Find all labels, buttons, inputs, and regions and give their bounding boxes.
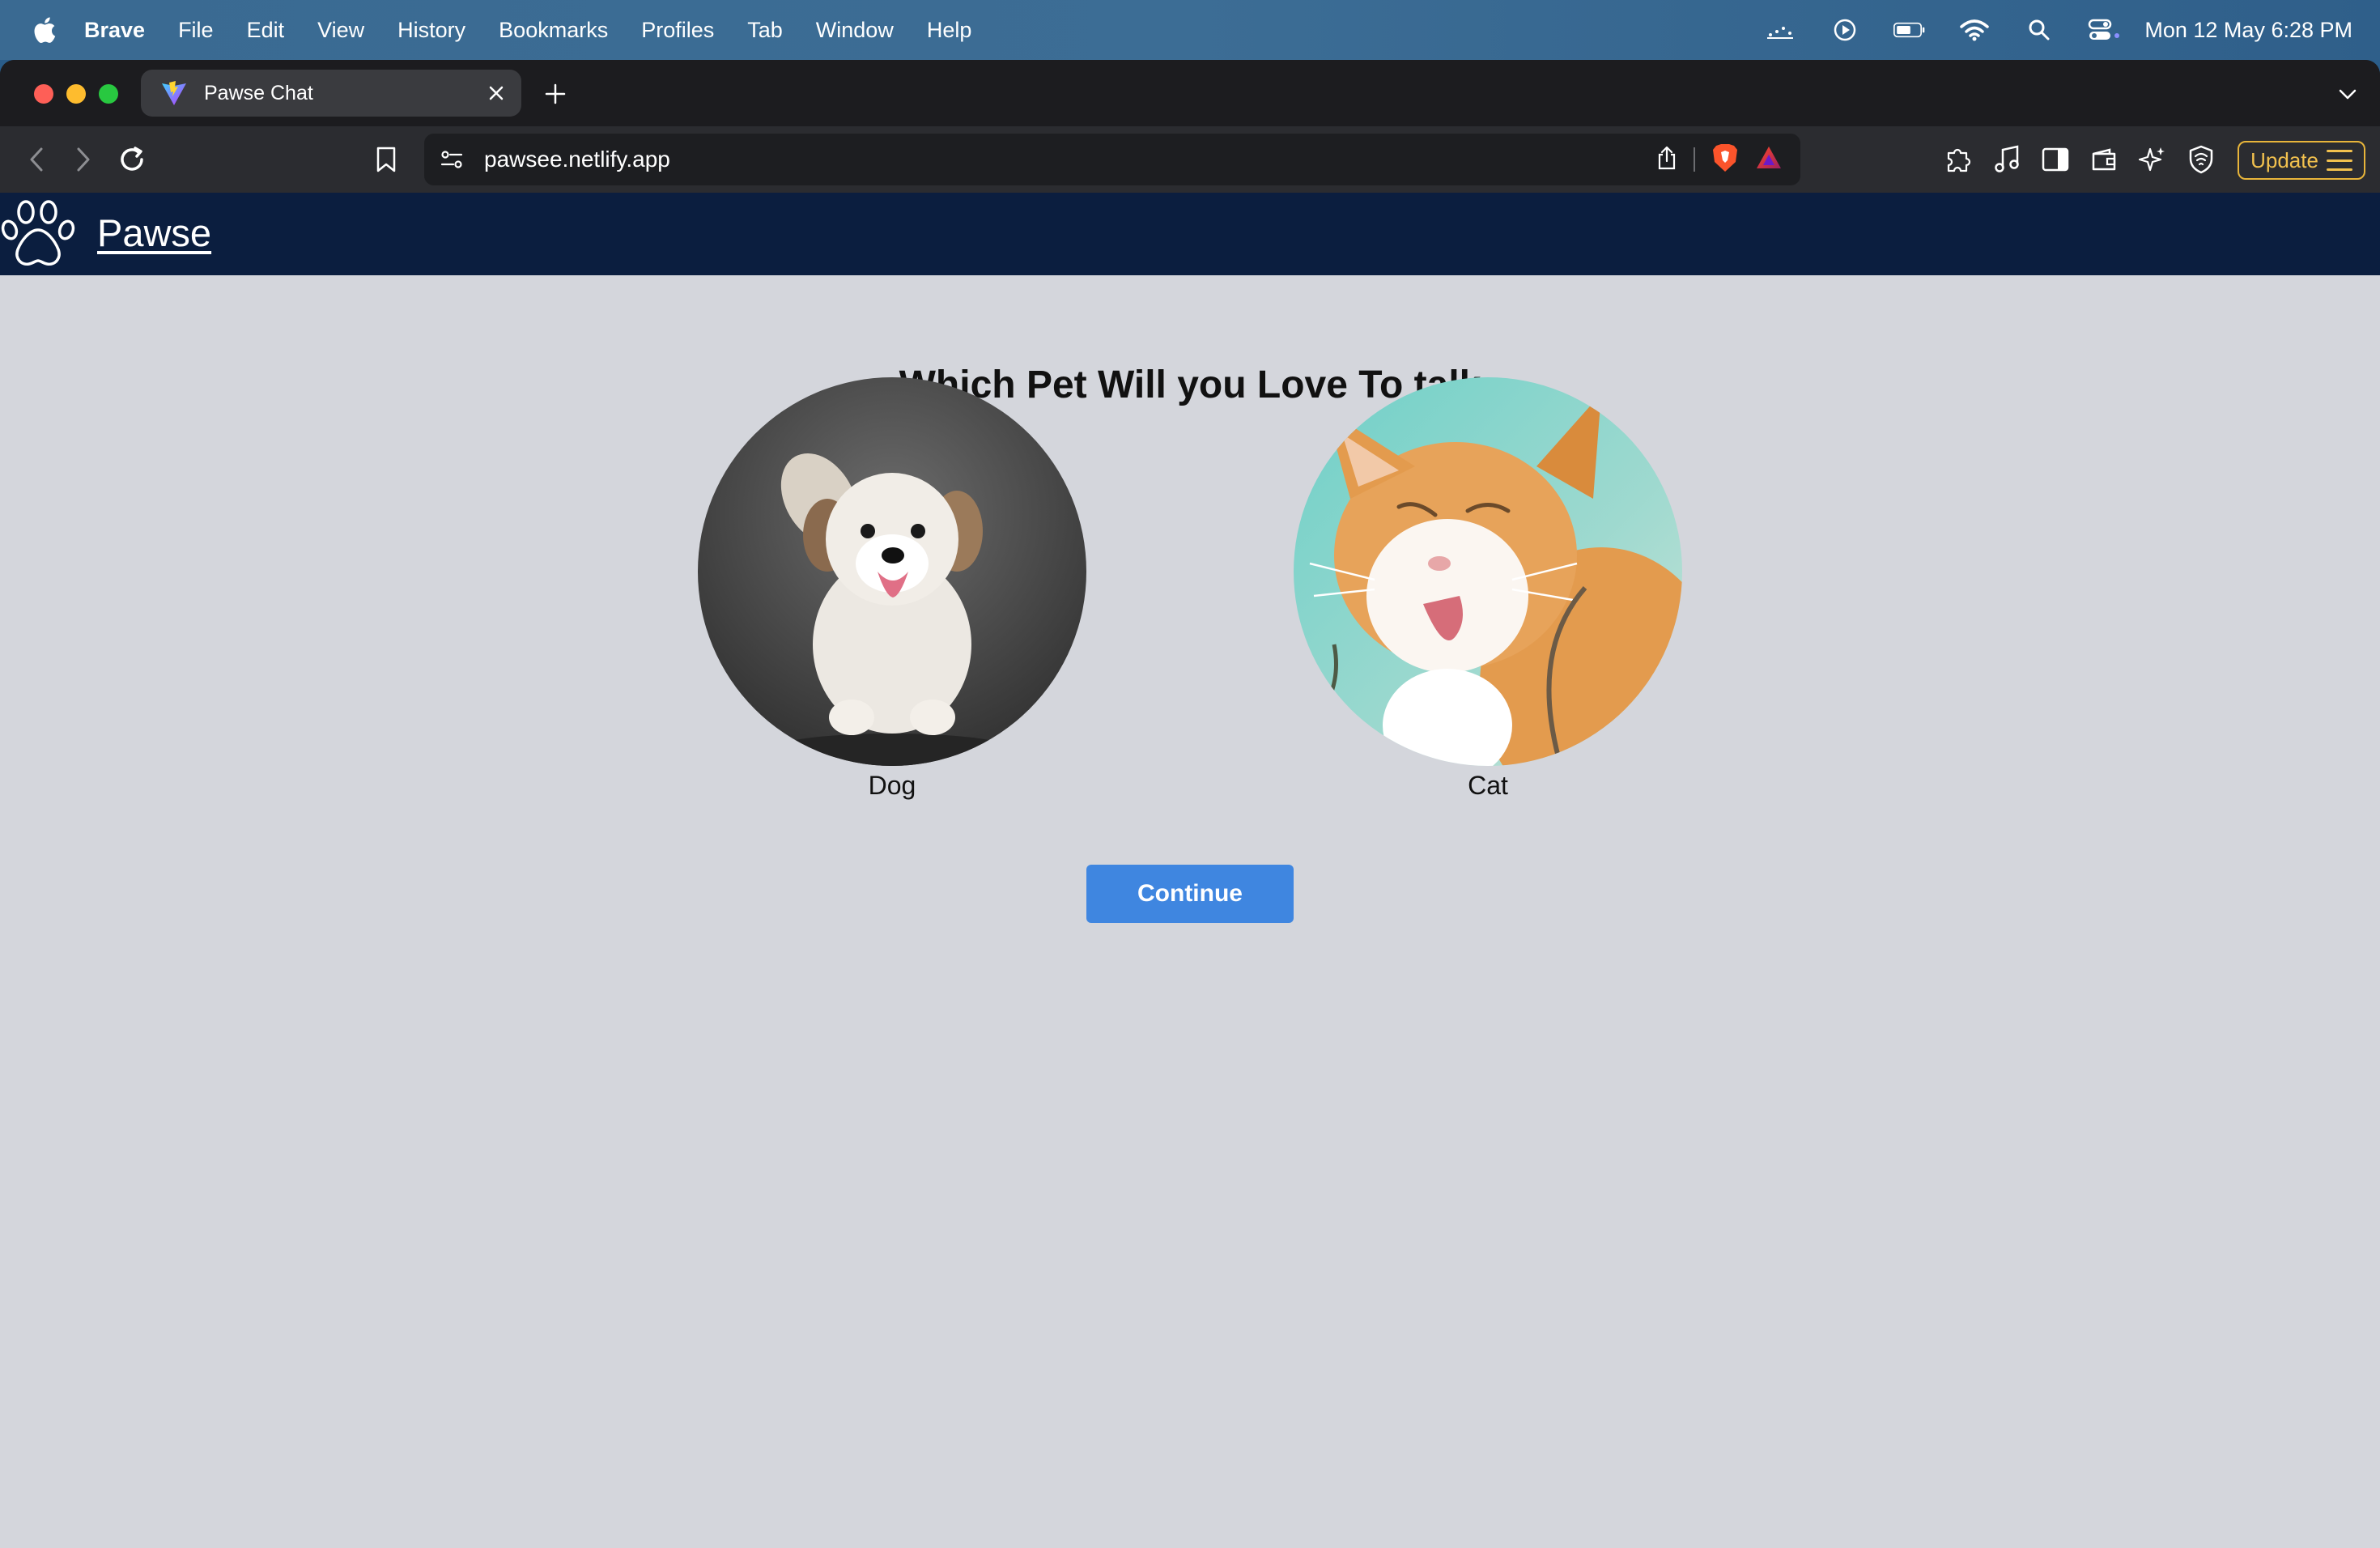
minimize-window-button[interactable] (66, 84, 86, 104)
paw-logo-icon[interactable] (0, 196, 78, 270)
address-bar-actions (1640, 142, 1783, 177)
brave-shields-icon[interactable] (1711, 142, 1739, 177)
dog-photo[interactable] (698, 377, 1086, 766)
new-tab-icon[interactable] (539, 78, 572, 110)
brave-rewards-icon[interactable] (1755, 145, 1783, 175)
menubar-clock[interactable]: Mon 12 May 6:28 PM (2144, 18, 2352, 43)
pet-option-cat[interactable]: Cat (1294, 377, 1682, 800)
weather-icon[interactable] (1764, 14, 1796, 46)
battery-icon[interactable] (1893, 14, 1926, 46)
tab-title: Pawse Chat (204, 81, 313, 104)
tab-strip: Pawse Chat (0, 60, 2380, 126)
menu-bookmarks[interactable]: Bookmarks (499, 18, 608, 43)
menu-window[interactable]: Window (816, 18, 894, 43)
sidebar-toggle-icon[interactable] (2038, 142, 2072, 176)
vite-favicon-icon (162, 81, 186, 105)
menu-help[interactable]: Help (927, 18, 972, 43)
cat-photo[interactable] (1294, 377, 1682, 766)
menubar-status-area: Mon 12 May 6:28 PM (1732, 0, 2352, 60)
share-icon[interactable] (1656, 145, 1677, 175)
vpn-shield-icon[interactable] (2184, 142, 2218, 176)
leo-ai-sparkle-icon[interactable] (2136, 142, 2170, 176)
extensions-puzzle-icon[interactable] (1941, 142, 1975, 176)
back-arrow-icon[interactable] (19, 142, 53, 176)
zoom-window-button[interactable] (99, 84, 118, 104)
tab-close-icon[interactable] (481, 78, 512, 108)
control-center-icon[interactable] (2088, 14, 2120, 46)
web-page: Pawse Which Pet Will you Love To talk Do… (0, 193, 2380, 1548)
reload-icon[interactable] (115, 142, 149, 176)
bookmark-icon[interactable] (369, 142, 403, 176)
apple-logo-icon[interactable] (32, 16, 57, 44)
page-question-heading: Which Pet Will you Love To talk (899, 364, 1481, 406)
site-header: Pawse (0, 193, 2380, 275)
pet-label-cat: Cat (1468, 771, 1508, 800)
menu-profiles[interactable]: Profiles (641, 18, 714, 43)
url-text[interactable]: pawsee.netlify.app (484, 147, 1640, 172)
continue-button[interactable]: Continue (1086, 865, 1294, 923)
menu-view[interactable]: View (317, 18, 364, 43)
menu-file[interactable]: File (178, 18, 214, 43)
wallet-icon[interactable] (2087, 142, 2121, 176)
wifi-icon[interactable] (1958, 14, 1991, 46)
browser-window: Pawse Chat pawsee.netlify.app Update Paw… (0, 60, 2380, 1548)
menu-app-brave[interactable]: Brave (84, 18, 145, 43)
pet-option-dog[interactable]: Dog (698, 377, 1086, 800)
macos-menu-bar: Brave File Edit View History Bookmarks P… (0, 0, 2380, 60)
update-button[interactable]: Update (2238, 141, 2365, 180)
play-icon[interactable] (1829, 14, 1861, 46)
extensions-row (1941, 142, 2233, 176)
tab-pawse-chat[interactable]: Pawse Chat (141, 70, 521, 117)
forward-arrow-icon[interactable] (66, 142, 100, 176)
menu-tab[interactable]: Tab (747, 18, 783, 43)
tab-search-chevron-icon[interactable] (2333, 79, 2362, 108)
pet-label-dog: Dog (868, 771, 916, 800)
address-bar[interactable]: pawsee.netlify.app (424, 134, 1800, 185)
hamburger-menu-icon (2326, 150, 2352, 171)
menu-edit[interactable]: Edit (247, 18, 285, 43)
spotlight-search-icon[interactable] (2023, 14, 2055, 46)
site-name-link[interactable]: Pawse (97, 211, 211, 255)
menu-history[interactable]: History (397, 18, 465, 43)
toolbar-divider (1694, 147, 1695, 172)
update-button-label: Update (2250, 147, 2318, 172)
site-info-icon[interactable] (437, 145, 466, 174)
browser-toolbar: pawsee.netlify.app Update (0, 126, 2380, 193)
playlist-music-icon[interactable] (1990, 142, 2024, 176)
close-window-button[interactable] (34, 84, 53, 104)
